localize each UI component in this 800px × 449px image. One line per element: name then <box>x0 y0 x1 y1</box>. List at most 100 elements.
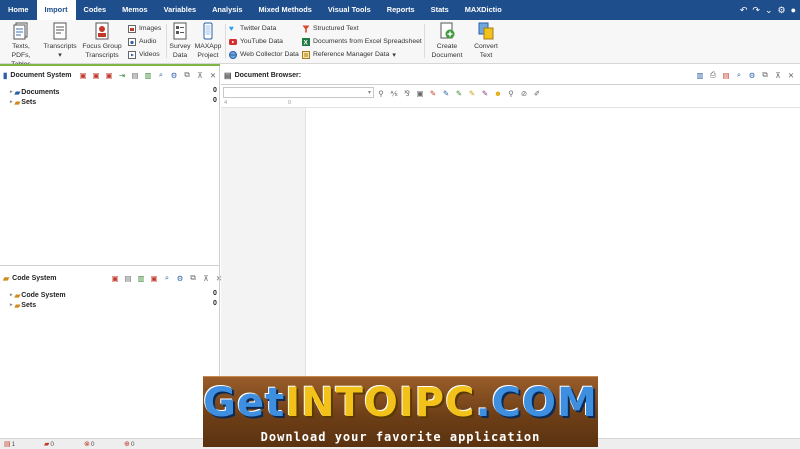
code-with-color-icon[interactable]: ⅋ <box>403 89 411 98</box>
expand-caret-icon[interactable]: ▸ <box>10 99 13 105</box>
code-export-icon[interactable]: ▣ <box>150 274 158 283</box>
import-web-collector-button[interactable]: Web Collector Data <box>229 49 299 60</box>
document-browser-toolbar: ▥ ⎙ ▤ ⌕ ⚙ ⧉ ⊼ ✕ <box>696 68 795 82</box>
convert-text-button[interactable]: Convert Text <box>471 22 501 60</box>
import-structured-text-label: Structured Text <box>313 25 359 32</box>
menu-bar: Home Import Codes Memos Variables Analys… <box>0 0 800 20</box>
tab-memos[interactable]: Memos <box>114 0 155 20</box>
expand-caret-icon[interactable]: ▸ <box>10 292 13 298</box>
tree-item-documents[interactable]: ▸ ▰ Documents <box>10 87 59 97</box>
code-icon[interactable]: ⚲ <box>377 89 385 98</box>
create-document-button[interactable]: Create Document <box>428 22 466 60</box>
tab-variables[interactable]: Variables <box>156 0 204 20</box>
gear-icon[interactable]: ⚙ <box>170 71 178 80</box>
focus-group-icon <box>95 22 109 40</box>
help-icon[interactable]: ● <box>791 0 796 20</box>
import-reference-manager-button[interactable]: Reference Manager Data ▾ <box>302 49 396 60</box>
export-icon[interactable]: ▤ <box>131 71 139 80</box>
print-icon[interactable]: ⎙ <box>709 70 717 80</box>
panel-divider[interactable] <box>0 265 220 266</box>
highlight-yellow-icon[interactable]: ✎ <box>468 89 476 98</box>
undo-icon[interactable]: ↶ <box>740 0 748 20</box>
search-icon[interactable]: ⌕ <box>157 70 165 80</box>
document-selector-dropdown[interactable]: ▾ <box>223 87 374 98</box>
new-document-icon[interactable]: ▣ <box>79 71 87 80</box>
tab-visual-tools[interactable]: Visual Tools <box>320 0 379 20</box>
pin-icon[interactable]: ⊼ <box>202 274 210 283</box>
code-set-icon[interactable]: ▥ <box>137 274 145 283</box>
import-videos-label: Videos <box>139 51 160 58</box>
import-youtube-button[interactable]: YouTube Data <box>229 36 283 47</box>
activate-icon[interactable]: ▥ <box>144 71 152 80</box>
tab-analysis[interactable]: Analysis <box>204 0 250 20</box>
document-stack-icon <box>13 22 28 40</box>
document-system-icon: ▮ <box>3 70 8 80</box>
tab-codes[interactable]: Codes <box>76 0 115 20</box>
import-videos-button[interactable]: Videos <box>128 49 160 60</box>
tab-reports[interactable]: Reports <box>379 0 423 20</box>
import-transcripts-button[interactable]: Transcripts ▾ <box>43 22 77 60</box>
convert-text-label-1: Convert <box>474 43 498 50</box>
search-icon[interactable]: ⌕ <box>735 70 743 80</box>
undock-icon[interactable]: ⧉ <box>183 70 191 80</box>
import-icon[interactable]: ⇥ <box>118 71 126 80</box>
redo-icon[interactable]: ↷ <box>752 0 760 20</box>
import-maxapp-button[interactable]: MAXApp Project <box>194 22 222 60</box>
code-icon: ▰ <box>44 441 50 448</box>
edit-mode-icon[interactable]: ✐ <box>533 89 541 98</box>
view-mode-icon[interactable]: ▥ <box>696 71 704 80</box>
import-images-label: Images <box>139 25 162 32</box>
code-in-vivo-icon[interactable]: ⅍ <box>390 89 398 98</box>
gear-icon[interactable]: ⚙ <box>748 71 756 80</box>
undock-icon[interactable]: ⧉ <box>761 70 769 80</box>
search-icon[interactable]: ⌕ <box>163 273 171 283</box>
import-images-button[interactable]: Images <box>128 23 161 34</box>
tab-import[interactable]: Import <box>36 0 76 20</box>
ribbon-separator <box>225 24 226 58</box>
highlight-red-icon[interactable]: ✎ <box>429 89 437 98</box>
tree-item-document-sets[interactable]: ▸ ▰ Sets <box>10 97 36 107</box>
pin-icon[interactable]: ⊼ <box>196 71 204 80</box>
new-document-group-icon[interactable]: ▣ <box>92 71 100 80</box>
coded-segment-icon: ⊗ <box>84 441 90 448</box>
header-divider <box>221 84 800 85</box>
chevron-down-icon[interactable]: ⌄ <box>765 0 773 20</box>
undock-icon[interactable]: ⧉ <box>189 273 197 283</box>
export-icon[interactable]: ▤ <box>722 71 730 80</box>
tab-home[interactable]: Home <box>0 0 37 20</box>
tree-item-code-sets[interactable]: ▸ ▰ Sets <box>10 300 36 310</box>
new-document-set-icon[interactable]: ▣ <box>105 71 113 80</box>
gear-icon[interactable]: ⚙ <box>176 274 184 283</box>
tab-stats[interactable]: Stats <box>423 0 457 20</box>
expand-caret-icon[interactable]: ▸ <box>10 89 13 95</box>
close-icon[interactable]: ✕ <box>787 71 795 80</box>
watermark-title-com: .COM <box>475 380 598 426</box>
import-survey-button[interactable]: Survey Data <box>168 22 192 60</box>
pin-icon[interactable]: ⊼ <box>774 71 782 80</box>
emoticode-icon[interactable]: ▣ <box>416 89 424 98</box>
import-texts-button[interactable]: Texts, PDFs, Tables <box>3 22 39 69</box>
new-code-icon[interactable]: ▣ <box>111 274 119 283</box>
tab-mixed-methods[interactable]: Mixed Methods <box>250 0 319 20</box>
import-structured-text-button[interactable]: Structured Text <box>302 23 359 34</box>
highlight-blue-icon[interactable]: ✎ <box>442 89 450 98</box>
expand-caret-icon[interactable]: ▸ <box>10 302 13 308</box>
link-icon[interactable]: ⊘ <box>520 89 528 98</box>
import-audio-button[interactable]: Audio <box>128 36 156 47</box>
tree-item-code-system[interactable]: ▸ ▰ Code System <box>10 290 66 300</box>
code-favorites-icon[interactable]: ▤ <box>124 274 132 283</box>
close-icon[interactable]: ✕ <box>209 71 217 80</box>
memo-icon[interactable]: ⚲ <box>507 89 515 98</box>
highlight-purple-icon[interactable]: ✎ <box>481 89 489 98</box>
excel-icon: X <box>302 37 310 46</box>
import-focus-group-button[interactable]: Focus Group Transcripts <box>81 22 123 60</box>
smiley-icon[interactable]: ☻ <box>494 89 502 98</box>
highlight-green-icon[interactable]: ✎ <box>455 89 463 98</box>
import-twitter-button[interactable]: ♥ Twitter Data <box>229 23 276 34</box>
tab-maxdictio[interactable]: MAXDictio <box>457 0 510 20</box>
import-texts-label-1: Texts, PDFs, <box>11 43 31 59</box>
gear-icon[interactable]: ⚙ <box>777 0 785 20</box>
import-excel-button[interactable]: X Documents from Excel Spreadsheet <box>302 36 422 47</box>
funnel-icon <box>302 25 310 32</box>
import-youtube-label: YouTube Data <box>240 38 283 45</box>
